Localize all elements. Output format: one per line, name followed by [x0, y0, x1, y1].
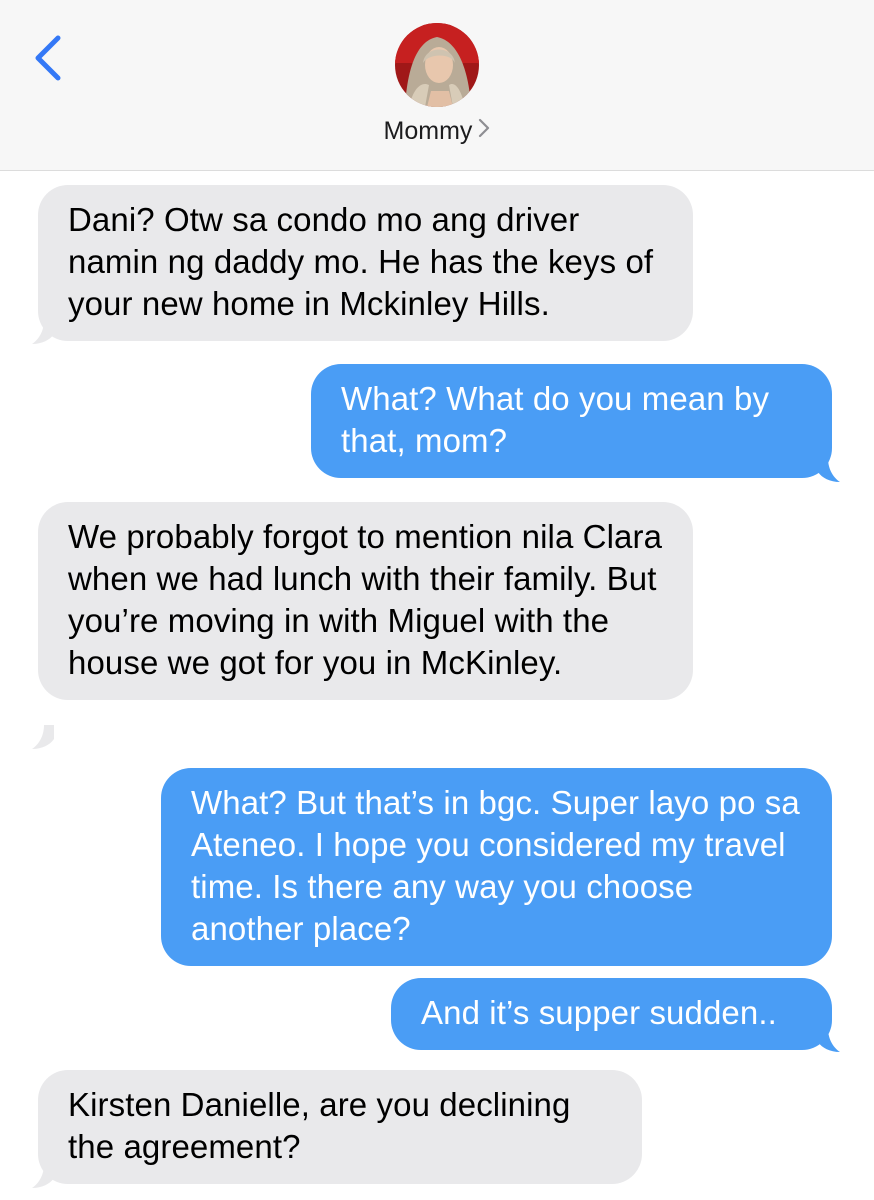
incoming-bubble-tail — [32, 725, 54, 749]
incoming-message[interactable]: Kirsten Danielle, are you declining the … — [38, 1070, 642, 1184]
contact-name-button[interactable]: Mommy — [0, 116, 874, 146]
message-text: We probably forgot to mention nila Clara… — [68, 518, 663, 681]
chevron-left-icon — [35, 35, 61, 81]
incoming-bubble-tail — [32, 1164, 54, 1188]
message-thread: Dani? Otw sa condo mo ang driver namin n… — [0, 170, 874, 1200]
incoming-message[interactable]: Dani? Otw sa condo mo ang driver namin n… — [38, 185, 693, 341]
message-text: And it’s supper sudden.. — [421, 994, 777, 1031]
message-text: What? What do you mean by that, mom? — [341, 380, 770, 459]
message-text: What? But that’s in bgc. Super layo po s… — [191, 784, 800, 947]
message-text: Dani? Otw sa condo mo ang driver namin n… — [68, 201, 654, 322]
message-text: Kirsten Danielle, are you declining the … — [68, 1086, 571, 1165]
incoming-message[interactable]: We probably forgot to mention nila Clara… — [38, 502, 693, 700]
conversation-header: Mommy — [0, 0, 874, 171]
back-button[interactable] — [28, 32, 72, 84]
avatar[interactable] — [395, 23, 479, 107]
chevron-right-icon — [478, 116, 490, 145]
outgoing-message[interactable]: What? What do you mean by that, mom? — [311, 364, 832, 478]
incoming-bubble-tail — [32, 320, 54, 344]
outgoing-bubble-tail — [818, 1028, 840, 1052]
outgoing-message[interactable]: What? But that’s in bgc. Super layo po s… — [161, 768, 832, 966]
outgoing-bubble-tail — [818, 458, 840, 482]
outgoing-message[interactable]: And it’s supper sudden.. — [391, 978, 832, 1050]
contact-name: Mommy — [383, 117, 473, 145]
contact-photo — [395, 23, 479, 107]
